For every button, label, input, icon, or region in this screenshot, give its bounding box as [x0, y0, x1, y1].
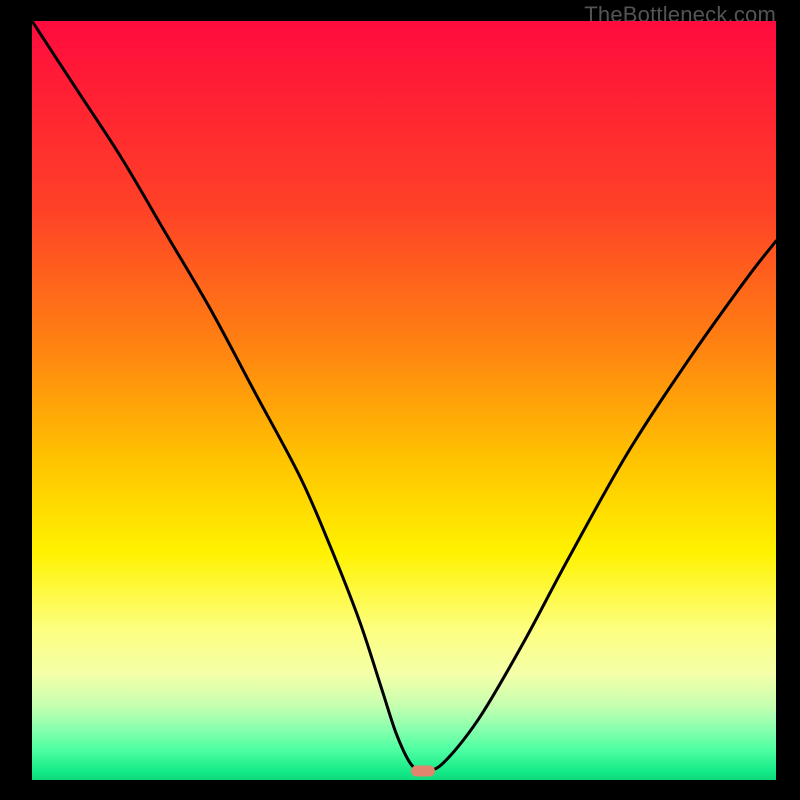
optimal-marker: [411, 765, 435, 776]
chart-plot-area: [32, 21, 776, 780]
chart-stage: TheBottleneck.com: [0, 0, 800, 800]
curve-path: [32, 21, 776, 770]
bottleneck-curve: [32, 21, 776, 780]
